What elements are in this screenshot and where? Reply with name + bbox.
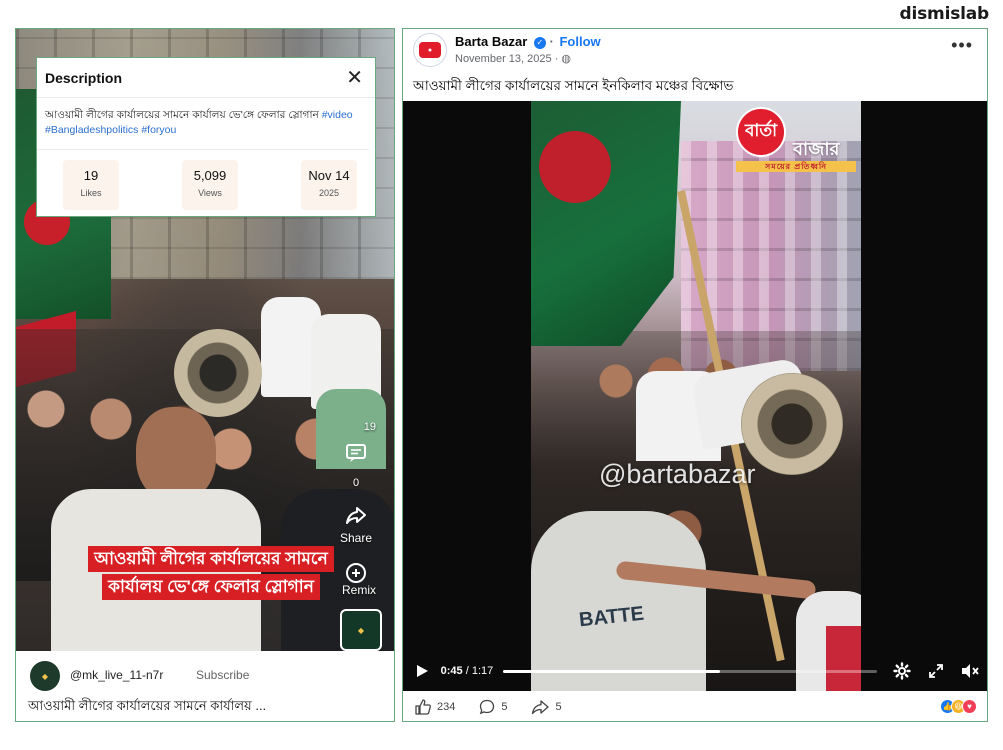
comment-icon[interactable] bbox=[342, 439, 370, 467]
comment-button[interactable]: 5 bbox=[479, 699, 507, 715]
stat-value: 5,099 bbox=[193, 168, 227, 183]
channel-logo: বার্তা bbox=[736, 107, 786, 157]
play-icon[interactable] bbox=[413, 662, 431, 680]
stat-date: Nov 14 2025 bbox=[301, 160, 357, 210]
share-icon bbox=[532, 700, 550, 715]
overlay-text: কার্যালয় ভে'ঙ্গে ফেলার স্লোগান bbox=[102, 574, 320, 600]
description-body: আওয়ামী লীগের কার্যালয়ের সামনে কার্যালয… bbox=[45, 109, 319, 121]
mute-icon[interactable] bbox=[961, 662, 979, 680]
fullscreen-icon[interactable] bbox=[927, 662, 945, 680]
time-display: 0:45 / 1:17 bbox=[441, 665, 494, 677]
page-logo-icon: ● bbox=[419, 42, 441, 58]
video-controls: 0:45 / 1:17 bbox=[403, 651, 987, 691]
stat-label: 2025 bbox=[318, 188, 340, 198]
stat-label: Likes bbox=[80, 188, 102, 198]
settings-gear-icon[interactable] bbox=[893, 662, 912, 680]
stat-label: Views bbox=[198, 188, 222, 198]
engagement-bar: 234 5 5 👍 😆 ♥ bbox=[403, 691, 987, 721]
username[interactable]: @mk_live_11-n7r bbox=[70, 668, 163, 682]
post-text: আওয়ামী লীগের কার্যালয়ের সামনে ইনকিলাব … bbox=[413, 78, 734, 93]
page-name-row: Barta Bazar ✓ · Follow bbox=[455, 34, 601, 49]
avatar[interactable]: ◆ bbox=[30, 661, 60, 691]
post-date[interactable]: November 13, 2025 bbox=[455, 53, 552, 65]
stat-views: 5,099 Views bbox=[182, 160, 238, 210]
reaction-summary[interactable]: 👍 😆 ♥ bbox=[940, 699, 977, 714]
overlay-caption-line2: কার্যালয় ভে'ঙ্গে ফেলার স্লোগান bbox=[56, 574, 366, 600]
overlay-text: আওয়ামী লীগের কার্যালয়ের সামনে bbox=[88, 546, 334, 572]
man-head bbox=[136, 407, 216, 502]
share-icon[interactable] bbox=[342, 501, 370, 529]
video-frame: BATTE বার্তা বাজার সময়ের প্রতিধ্বনি @ba… bbox=[531, 101, 861, 691]
description-card: Description ✕ আওয়ামী লীগের কার্যালয়ের … bbox=[36, 57, 376, 217]
watermark: @bartabazar bbox=[599, 459, 756, 489]
page-name[interactable]: Barta Bazar bbox=[455, 34, 527, 49]
subscribe-button[interactable]: Subscribe bbox=[196, 668, 249, 682]
description-text: আওয়ামী লীগের কার্যালয়ের সামনে কার্যালয… bbox=[37, 98, 369, 150]
share-button[interactable]: 5 bbox=[531, 699, 562, 715]
close-icon[interactable]: ✕ bbox=[346, 68, 363, 88]
follow-button[interactable]: Follow bbox=[559, 34, 600, 49]
sound-thumbnail[interactable]: ◆ bbox=[340, 609, 382, 651]
like-count: 234 bbox=[437, 701, 456, 713]
total-time: / 1:17 bbox=[465, 665, 494, 677]
comment-count: 5 bbox=[501, 701, 508, 713]
progress-bar[interactable] bbox=[503, 669, 878, 673]
like-button[interactable]: 234 bbox=[415, 699, 455, 715]
current-time: 0:45 bbox=[440, 665, 463, 677]
love-reaction-icon: ♥ bbox=[962, 699, 977, 714]
brand-logo: dismislab bbox=[899, 4, 990, 24]
comment-count: 0 bbox=[352, 477, 360, 489]
public-globe-icon: · ◍ bbox=[554, 53, 572, 65]
more-options-icon[interactable]: ••• bbox=[951, 35, 973, 56]
overlay-caption-line1: আওয়ামী লীগের কার্যালয়ের সামনে bbox=[56, 546, 366, 572]
description-title: Description bbox=[45, 69, 123, 86]
tiktok-panel: Description ✕ আওয়ামী লীগের কার্যালয়ের … bbox=[15, 28, 395, 722]
loudspeaker-horn bbox=[174, 329, 262, 417]
remix-label[interactable]: Remix bbox=[342, 583, 376, 597]
like-count: 19 bbox=[363, 421, 376, 433]
video-caption[interactable]: আওয়ামী লীগের কার্যালয়ের সামনে কার্যালয… bbox=[28, 697, 266, 718]
bangladesh-flag bbox=[531, 101, 681, 346]
progress-fill bbox=[503, 669, 721, 673]
stat-value: Nov 14 bbox=[308, 168, 350, 183]
stat-value: 19 bbox=[83, 168, 99, 183]
description-stats: 19 Likes 5,099 Views Nov 14 2025 bbox=[37, 150, 375, 210]
post-date-row: November 13, 2025 · ◍ bbox=[455, 52, 571, 65]
share-label: Share bbox=[339, 531, 373, 545]
loudspeaker-horn bbox=[741, 373, 843, 475]
like-icon bbox=[415, 699, 431, 715]
facebook-post: ● Barta Bazar ✓ · Follow November 13, 20… bbox=[402, 28, 988, 722]
account-bar: Remix ◆ ◆ @mk_live_11-n7r Subscribe আওয়… bbox=[16, 583, 394, 721]
comment-icon bbox=[480, 699, 495, 715]
verified-icon: ✓ bbox=[533, 37, 546, 49]
share-count: 5 bbox=[555, 701, 562, 713]
video-player[interactable]: BATTE বার্তা বাজার সময়ের প্রতিধ্বনি @ba… bbox=[403, 101, 987, 691]
avatar[interactable]: ● bbox=[413, 33, 447, 67]
channel-tagline: সময়ের প্রতিধ্বনি bbox=[736, 161, 856, 172]
stat-likes: 19 Likes bbox=[63, 160, 119, 210]
